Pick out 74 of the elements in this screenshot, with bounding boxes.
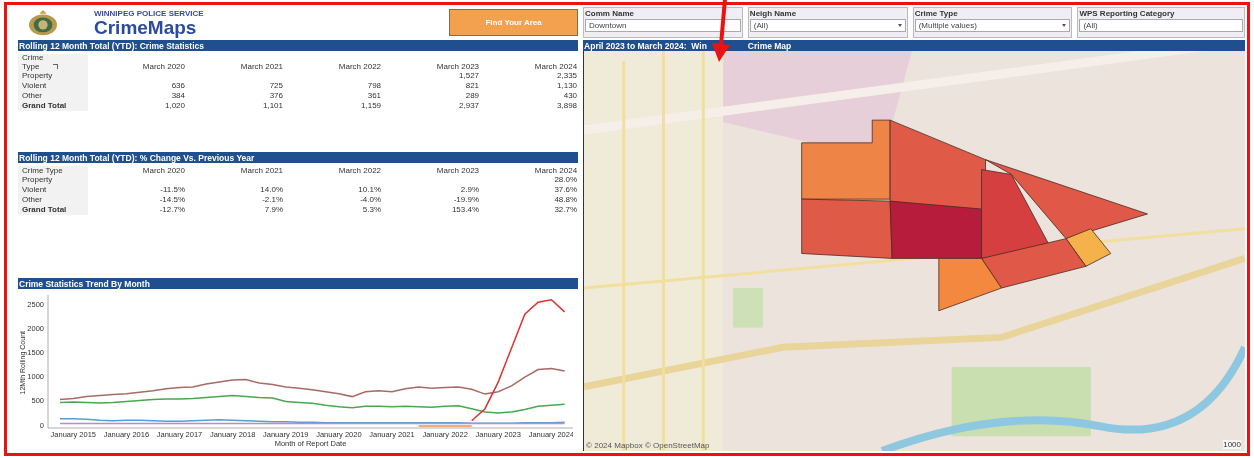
table-cell: 37.6% — [554, 185, 578, 194]
table-cell: 798 — [367, 81, 382, 90]
table-cell: 28.0% — [554, 175, 578, 184]
filter-field[interactable]: (All) — [749, 19, 906, 32]
table-cell: 48.8% — [554, 195, 578, 204]
table-cell: 821 — [465, 81, 480, 90]
table-cell: -12.7% — [159, 205, 185, 214]
table-cell: 2,937 — [459, 101, 480, 110]
table-cell: -4.0% — [360, 195, 382, 204]
row-label: Property — [22, 175, 53, 184]
section-title: Crime Statistics Trend By Month — [18, 278, 150, 289]
table-cell: 10.1% — [358, 185, 382, 194]
row-label: Grand Total — [22, 101, 67, 110]
map-title: April 2023 to March 2024: Win — [583, 40, 707, 51]
column-header: March 2021 — [240, 62, 284, 71]
filter-field[interactable]: Downtown — [585, 19, 741, 32]
agency-name: WINNIPEG POLICE SERVICE — [94, 8, 205, 18]
filter-label: Neigh Name — [749, 9, 798, 19]
sort-icon[interactable] — [53, 64, 58, 69]
column-header: March 2023 — [436, 166, 480, 175]
row-label: Property — [22, 71, 53, 80]
map-title: Crime Map — [746, 40, 792, 51]
row-label: Other — [22, 91, 42, 100]
table-cell: 3,898 — [557, 101, 578, 110]
table-cell: 5.3% — [362, 205, 382, 214]
table-cell: -14.5% — [159, 195, 185, 204]
row-label: Violent — [22, 185, 47, 194]
table-cell: 2,335 — [557, 71, 578, 80]
caret-icon[interactable] — [897, 24, 902, 27]
column-header: March 2022 — [338, 166, 382, 175]
section-title: Rolling 12 Month Total (YTD): % Change Vs. Previous Year — [18, 152, 255, 163]
table-cell: 14.0% — [260, 185, 284, 194]
table-cell: 1,130 — [557, 81, 578, 90]
filter-label: Crime Type — [914, 9, 959, 19]
table-cell: 430 — [563, 91, 578, 100]
column-header: March 2020 — [142, 62, 185, 71]
table-cell: 1,527 — [459, 71, 480, 80]
table-cell: 1,101 — [263, 101, 284, 110]
badge-icon — [26, 8, 60, 37]
column-header: March 2024 — [534, 62, 578, 71]
table-cell: -11.5% — [160, 185, 185, 194]
table-cell: 384 — [171, 91, 185, 100]
column-header: Crime Type — [22, 166, 63, 175]
row-label: Violent — [22, 81, 47, 90]
column-header: Crime Type — [22, 54, 45, 71]
column-header: March 2023 — [436, 62, 480, 71]
table-cell: 32.7% — [554, 205, 578, 214]
column-header: March 2022 — [338, 62, 382, 71]
filter-field[interactable]: (Multiple values) — [914, 19, 1071, 32]
section-title: Rolling 12 Month Total (YTD): Crime Statistics — [18, 40, 204, 51]
column-header: March 2021 — [240, 166, 284, 175]
scale-label: 1000 — [1223, 440, 1241, 449]
row-label: Other — [22, 195, 42, 204]
app-title: CrimeMaps — [94, 17, 198, 37]
caret-icon[interactable] — [1062, 24, 1067, 27]
table-cell: 153.4% — [451, 205, 480, 214]
table-cell: -2.1% — [262, 195, 284, 204]
table-cell: 7.9% — [264, 205, 284, 214]
filter-field[interactable]: (All) — [1079, 19, 1243, 32]
column-header: March 2020 — [142, 166, 185, 175]
filter-label: Comm Name — [585, 9, 635, 19]
table-cell: -19.9% — [453, 195, 480, 204]
table-cell: 725 — [269, 81, 284, 90]
table-cell: 361 — [367, 91, 382, 100]
row-label: Grand Total — [22, 205, 67, 214]
table-cell: 1,020 — [165, 101, 185, 110]
table-cell: 2.9% — [460, 185, 480, 194]
filter-label: WPS Reporting Category — [1079, 9, 1176, 19]
map-attribution: © 2024 Mapbox © OpenStreetMap — [586, 441, 710, 450]
table-cell: 636 — [171, 81, 185, 90]
table-cell: 289 — [465, 91, 480, 100]
table-cell: 1,159 — [361, 101, 382, 110]
table-cell: 376 — [269, 91, 284, 100]
column-header: March 2024 — [534, 166, 578, 175]
